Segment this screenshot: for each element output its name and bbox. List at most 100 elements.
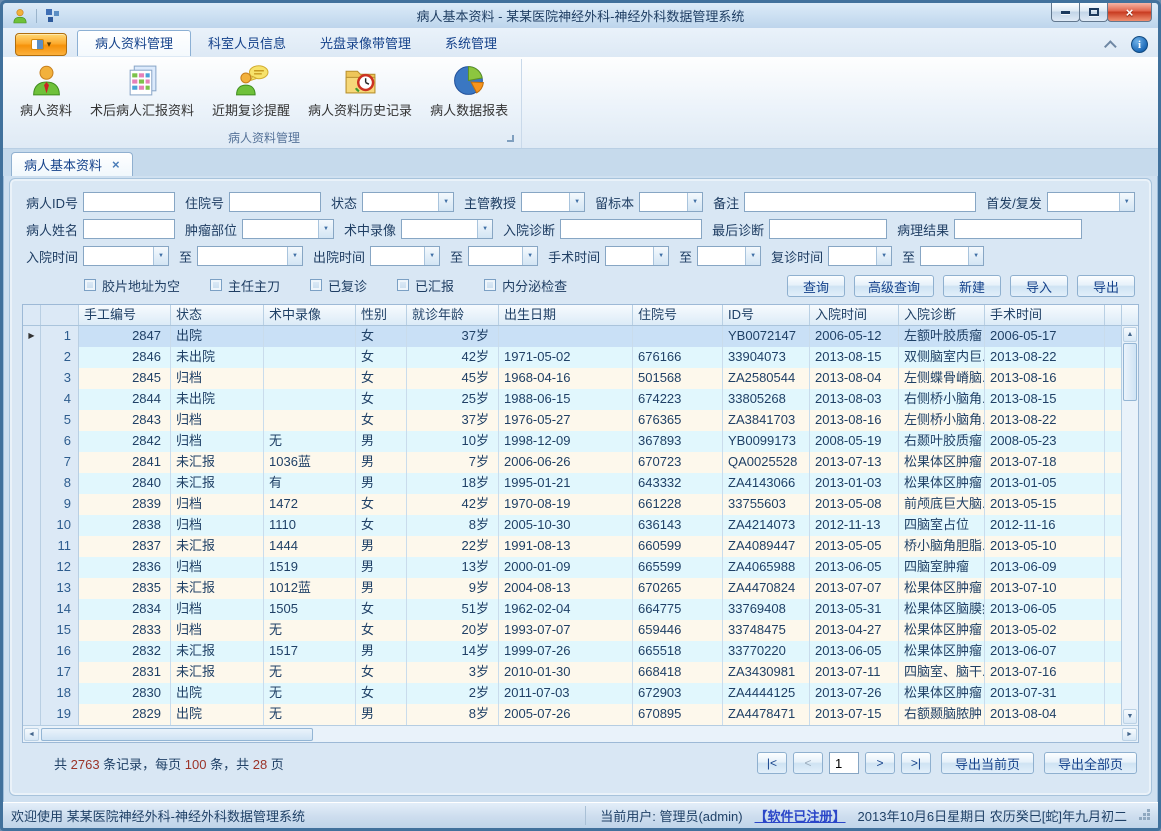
grid-cell[interactable]: 33805268 bbox=[723, 389, 810, 410]
grid-cell[interactable]: 1998-12-09 bbox=[499, 431, 633, 452]
grid-cell[interactable]: 出院 bbox=[171, 326, 264, 347]
grid-cell[interactable]: 2013-08-15 bbox=[810, 347, 899, 368]
grid-cell[interactable]: 636143 bbox=[633, 515, 723, 536]
row-indicator-cell[interactable] bbox=[23, 620, 41, 641]
grid-cell[interactable]: 33904073 bbox=[723, 347, 810, 368]
grid-cell[interactable]: 22岁 bbox=[407, 536, 499, 557]
grid-cell[interactable]: 661228 bbox=[633, 494, 723, 515]
grid-cell[interactable]: 2013-05-08 bbox=[810, 494, 899, 515]
grid-cell[interactable]: 2830 bbox=[79, 683, 171, 704]
grid-cell[interactable]: 9岁 bbox=[407, 578, 499, 599]
grid-cell[interactable]: 670895 bbox=[633, 704, 723, 725]
scroll-down-icon[interactable]: ▼ bbox=[1123, 709, 1137, 724]
column-header[interactable]: 状态 bbox=[171, 305, 264, 325]
grid-cell[interactable]: 女 bbox=[356, 620, 407, 641]
table-row[interactable]: 172831未汇报无女3岁2010-01-30668418ZA343098120… bbox=[23, 662, 1121, 683]
grid-cell[interactable]: 女 bbox=[356, 599, 407, 620]
resize-grip[interactable] bbox=[1147, 809, 1150, 812]
table-row[interactable]: 162832未汇报1517男14岁1999-07-266655183377022… bbox=[23, 641, 1121, 662]
grid-cell[interactable]: 松果体区肿瘤 bbox=[899, 473, 985, 494]
table-row[interactable]: 82840未汇报有男18岁1995-01-21643332ZA414306620… bbox=[23, 473, 1121, 494]
grid-cell[interactable] bbox=[633, 326, 723, 347]
grid-cell[interactable]: 33755603 bbox=[723, 494, 810, 515]
grid-cell[interactable]: 未汇报 bbox=[171, 641, 264, 662]
grid-cell[interactable]: 2013-07-26 bbox=[810, 683, 899, 704]
first-page-button[interactable]: |< bbox=[757, 752, 787, 774]
filter-input[interactable] bbox=[744, 192, 976, 212]
grid-cell[interactable]: 668418 bbox=[633, 662, 723, 683]
grid-cell[interactable]: 松果体区肿瘤 bbox=[899, 578, 985, 599]
filter-dropdown[interactable]: ▼ bbox=[83, 246, 169, 266]
row-indicator-cell[interactable] bbox=[23, 599, 41, 620]
grid-cell[interactable]: 右侧桥小脑角... bbox=[899, 389, 985, 410]
filter-dropdown[interactable]: ▼ bbox=[468, 246, 538, 266]
row-number-cell[interactable]: 10 bbox=[41, 515, 79, 536]
grid-cell[interactable]: 未汇报 bbox=[171, 578, 264, 599]
grid-cell[interactable]: ZA4143066 bbox=[723, 473, 810, 494]
grid-cell[interactable]: 左侧桥小脑角... bbox=[899, 410, 985, 431]
grid-cell[interactable]: 2008-05-23 bbox=[985, 431, 1105, 452]
grid-cell[interactable]: 女 bbox=[356, 683, 407, 704]
table-row[interactable]: 192829出院无男8岁2005-07-26670895ZA4478471201… bbox=[23, 704, 1121, 725]
grid-cell[interactable]: 女 bbox=[356, 389, 407, 410]
grid-cell[interactable]: 33748475 bbox=[723, 620, 810, 641]
grid-cell[interactable]: 2013-01-05 bbox=[985, 473, 1105, 494]
registered-link[interactable]: 【软件已注册】 bbox=[755, 806, 846, 825]
row-indicator-cell[interactable] bbox=[23, 704, 41, 725]
grid-cell[interactable]: 归档 bbox=[171, 410, 264, 431]
grid-cell[interactable]: 2012-11-16 bbox=[985, 515, 1105, 536]
grid-cell[interactable]: 665599 bbox=[633, 557, 723, 578]
table-row[interactable]: 152833归档无女20岁1993-07-0765944633748475201… bbox=[23, 620, 1121, 641]
grid-cell[interactable]: 13岁 bbox=[407, 557, 499, 578]
grid-cell[interactable]: 2845 bbox=[79, 368, 171, 389]
grid-cell[interactable]: 归档 bbox=[171, 557, 264, 578]
grid-cell[interactable]: 2013-08-04 bbox=[985, 704, 1105, 725]
dropdown-arrow-icon[interactable]: ▼ bbox=[522, 247, 537, 265]
page-number-input[interactable] bbox=[829, 752, 859, 774]
column-header[interactable]: 术中录像 bbox=[264, 305, 356, 325]
grid-cell[interactable]: 670265 bbox=[633, 578, 723, 599]
grid-cell[interactable]: 2013-06-05 bbox=[985, 599, 1105, 620]
dropdown-arrow-icon[interactable]: ▼ bbox=[876, 247, 891, 265]
row-indicator-cell[interactable] bbox=[23, 368, 41, 389]
grid-cell[interactable]: 归档 bbox=[171, 620, 264, 641]
grid-cell[interactable]: 无 bbox=[264, 431, 356, 452]
grid-cell[interactable]: 2837 bbox=[79, 536, 171, 557]
minimize-button[interactable] bbox=[1051, 3, 1080, 22]
grid-cell[interactable]: ZA3430981 bbox=[723, 662, 810, 683]
grid-cell[interactable]: 归档 bbox=[171, 431, 264, 452]
close-button[interactable]: × bbox=[1107, 3, 1152, 22]
filter-checkbox[interactable]: 已汇报 bbox=[397, 276, 454, 295]
grid-cell[interactable] bbox=[264, 389, 356, 410]
grid-cell[interactable] bbox=[264, 347, 356, 368]
grid-cell[interactable]: 2013-07-18 bbox=[985, 452, 1105, 473]
grid-cell[interactable]: 无 bbox=[264, 683, 356, 704]
vertical-scroll-track[interactable] bbox=[1122, 401, 1138, 708]
dropdown-arrow-icon[interactable]: ▼ bbox=[687, 193, 702, 211]
grid-cell[interactable]: 2013-06-09 bbox=[985, 557, 1105, 578]
grid-cell[interactable]: 女 bbox=[356, 515, 407, 536]
table-row[interactable]: 62842归档无男10岁1998-12-09367893YB0099173200… bbox=[23, 431, 1121, 452]
vertical-scrollbar[interactable]: ▲ ▼ bbox=[1121, 305, 1138, 725]
grid-cell[interactable]: 松果体区脑膜瘤 bbox=[899, 599, 985, 620]
grid-cell[interactable]: 2832 bbox=[79, 641, 171, 662]
grid-cell[interactable]: 未汇报 bbox=[171, 536, 264, 557]
grid-cell[interactable]: 2013-01-03 bbox=[810, 473, 899, 494]
last-page-button[interactable]: >| bbox=[901, 752, 931, 774]
dropdown-arrow-icon[interactable]: ▼ bbox=[424, 247, 439, 265]
grid-cell[interactable]: 未汇报 bbox=[171, 662, 264, 683]
dropdown-arrow-icon[interactable]: ▼ bbox=[477, 220, 492, 238]
grid-cell[interactable] bbox=[499, 326, 633, 347]
row-indicator-cell[interactable] bbox=[23, 515, 41, 536]
grid-cell[interactable]: 2013-08-16 bbox=[985, 368, 1105, 389]
table-row[interactable]: 52843归档女37岁1976-05-27676365ZA38417032013… bbox=[23, 410, 1121, 431]
scroll-up-icon[interactable]: ▲ bbox=[1123, 327, 1137, 342]
grid-cell[interactable]: 2008-05-19 bbox=[810, 431, 899, 452]
filter-dropdown[interactable]: ▼ bbox=[1047, 192, 1135, 212]
row-number-cell[interactable]: 7 bbox=[41, 452, 79, 473]
grid-cell[interactable] bbox=[264, 368, 356, 389]
grid-cell[interactable]: 2006-05-12 bbox=[810, 326, 899, 347]
action-button[interactable]: 高级查询 bbox=[854, 275, 934, 297]
grid-cell[interactable]: 2013-07-31 bbox=[985, 683, 1105, 704]
grid-cell[interactable]: 2013-08-22 bbox=[985, 347, 1105, 368]
